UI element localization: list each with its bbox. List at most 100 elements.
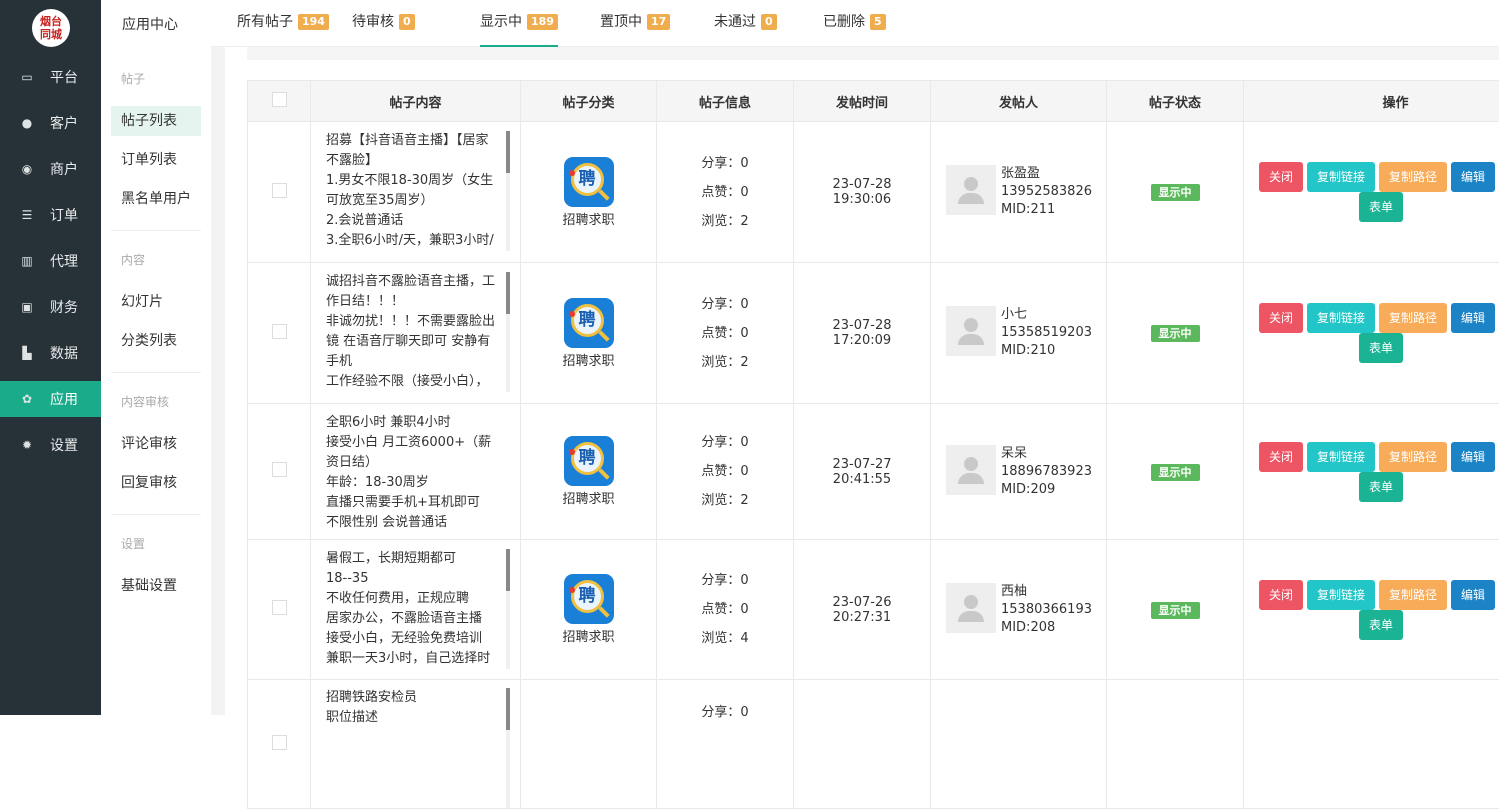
sidebar-item-6[interactable]: ▙数据 bbox=[0, 335, 101, 371]
scrollbar[interactable] bbox=[506, 272, 510, 392]
row-checkbox[interactable] bbox=[272, 600, 287, 615]
edit-button[interactable]: 编辑 bbox=[1451, 303, 1495, 333]
close-button[interactable]: 关闭 bbox=[1259, 442, 1303, 472]
avatar bbox=[946, 445, 996, 495]
sub-sidebar-item[interactable]: 帖子列表 bbox=[111, 106, 201, 136]
table-row: 全职6小时 兼职4小时 接受小白 月工资6000+（薪资日结） 年龄：18-30… bbox=[248, 404, 1499, 540]
status-cell bbox=[1107, 680, 1244, 809]
sidebar-item-label: 设置 bbox=[50, 435, 78, 455]
close-button[interactable]: 关闭 bbox=[1259, 303, 1303, 333]
scrollbar-thumb[interactable] bbox=[506, 272, 510, 314]
post-stat-view: 浏览：4 bbox=[657, 624, 793, 653]
tab-5[interactable]: 已删除5 bbox=[823, 0, 886, 47]
avatar-head bbox=[964, 318, 978, 332]
filter-band bbox=[247, 47, 1499, 60]
scrollbar-thumb[interactable] bbox=[506, 688, 510, 730]
sub-sidebar-item[interactable]: 订单列表 bbox=[111, 145, 201, 175]
sidebar-item-5[interactable]: ▣财务 bbox=[0, 289, 101, 325]
post-time: 17:20:09 bbox=[794, 333, 930, 348]
copy-path-button[interactable]: 复制路径 bbox=[1379, 442, 1447, 472]
status-badge: 显示中 bbox=[1151, 602, 1200, 619]
post-content-scrollbox[interactable]: 诚招抖音不露脸语音主播，工作日结！！！ 非诚勿扰！！！不需要露脸出镜 在语音厅聊… bbox=[326, 272, 510, 392]
tab-label: 置顶中 bbox=[600, 14, 642, 30]
close-button[interactable]: 关闭 bbox=[1259, 162, 1303, 192]
tab-4[interactable]: 未通过0 bbox=[714, 0, 777, 47]
sub-sidebar-item[interactable]: 黑名单用户 bbox=[111, 184, 201, 214]
edit-button[interactable]: 编辑 bbox=[1451, 580, 1495, 610]
post-content-cell: 招募【抖音语音主播】【居家 不露脸】 1.男女不限18-30周岁（女生可放宽至3… bbox=[311, 122, 521, 263]
row-checkbox[interactable] bbox=[272, 183, 287, 198]
copy-link-button[interactable]: 复制链接 bbox=[1307, 580, 1375, 610]
main-sidebar: 烟台同城 ▭平台●客户◉商户☰订单▥代理▣财务▙数据✿应用✹设置 bbox=[0, 0, 101, 715]
post-date: 23-07-28 bbox=[794, 177, 930, 192]
select-all-checkbox[interactable] bbox=[272, 92, 287, 107]
sidebar-item-1[interactable]: ●客户 bbox=[0, 105, 101, 141]
tab-2[interactable]: 显示中189 bbox=[480, 0, 558, 47]
tab-3[interactable]: 置顶中17 bbox=[600, 0, 670, 47]
copy-link-button[interactable]: 复制链接 bbox=[1307, 442, 1375, 472]
post-content-scrollbox[interactable]: 招募【抖音语音主播】【居家 不露脸】 1.男女不限18-30周岁（女生可放宽至3… bbox=[326, 131, 510, 251]
map-icon: ▥ bbox=[20, 255, 34, 267]
form-button[interactable]: 表单 bbox=[1359, 192, 1403, 222]
row-checkbox[interactable] bbox=[272, 462, 287, 477]
copy-path-button[interactable]: 复制路径 bbox=[1379, 303, 1447, 333]
post-stat-view: 浏览：2 bbox=[657, 207, 793, 236]
avatar-body bbox=[958, 473, 984, 484]
post-date: 23-07-26 bbox=[794, 595, 930, 610]
scrollbar-thumb[interactable] bbox=[506, 131, 510, 173]
sub-sidebar-item[interactable]: 分类列表 bbox=[111, 326, 201, 356]
sidebar-item-label: 应用 bbox=[50, 389, 78, 409]
sidebar-item-2[interactable]: ◉商户 bbox=[0, 151, 101, 187]
actions-row: 表单 bbox=[1259, 192, 1499, 222]
tab-0[interactable]: 所有帖子194 bbox=[237, 0, 329, 47]
magnifier-handle bbox=[598, 468, 609, 479]
post-content-scrollbox[interactable]: 招聘铁路安检员 职位描述 bbox=[326, 688, 510, 808]
posts-table: 帖子内容帖子分类帖子信息发帖时间发帖人帖子状态操作 招募【抖音语音主播】【居家 … bbox=[247, 80, 1499, 809]
tab-1[interactable]: 待审核0 bbox=[352, 0, 415, 47]
sidebar-item-7[interactable]: ✿应用 bbox=[0, 381, 101, 417]
row-checkbox[interactable] bbox=[272, 735, 287, 750]
scrollbar[interactable] bbox=[506, 131, 510, 251]
category-cell bbox=[521, 680, 657, 809]
scrollbar-thumb[interactable] bbox=[506, 549, 510, 591]
sub-sidebar-item[interactable]: 回复审核 bbox=[111, 468, 201, 498]
actions-cell: 关闭复制链接复制路径编辑表单 bbox=[1244, 263, 1499, 404]
sub-sidebar-divider bbox=[111, 372, 201, 373]
form-button[interactable]: 表单 bbox=[1359, 333, 1403, 363]
magnifier-handle bbox=[598, 189, 609, 200]
row-checkbox[interactable] bbox=[272, 324, 287, 339]
copy-link-button[interactable]: 复制链接 bbox=[1307, 303, 1375, 333]
sidebar-item-0[interactable]: ▭平台 bbox=[0, 59, 101, 95]
form-button[interactable]: 表单 bbox=[1359, 610, 1403, 640]
sidebar-gutter bbox=[211, 47, 225, 715]
edit-button[interactable]: 编辑 bbox=[1451, 442, 1495, 472]
avatar-head bbox=[964, 177, 978, 191]
copy-link-button[interactable]: 复制链接 bbox=[1307, 162, 1375, 192]
sidebar-item-3[interactable]: ☰订单 bbox=[0, 197, 101, 233]
poster-cell: 小七15358519203MID:210 bbox=[931, 263, 1107, 404]
post-content-scrollbox[interactable]: 暑假工，长期短期都可 18--35 不收任何费用，正规应聘 居家办公，不露脸语音… bbox=[326, 549, 510, 669]
scrollbar[interactable] bbox=[506, 688, 510, 808]
post-content-scrollbox[interactable]: 全职6小时 兼职4小时 接受小白 月工资6000+（薪资日结） 年龄：18-30… bbox=[326, 413, 510, 533]
post-content-text: 招募【抖音语音主播】【居家 不露脸】 1.男女不限18-30周岁（女生可放宽至3… bbox=[326, 131, 498, 251]
close-button[interactable]: 关闭 bbox=[1259, 580, 1303, 610]
sidebar-item-4[interactable]: ▥代理 bbox=[0, 243, 101, 279]
sidebar-item-8[interactable]: ✹设置 bbox=[0, 427, 101, 463]
checkbox-cell bbox=[248, 122, 311, 263]
red-dot bbox=[569, 587, 575, 593]
sub-sidebar-item[interactable]: 幻灯片 bbox=[111, 287, 201, 317]
status-cell: 显示中 bbox=[1107, 122, 1244, 263]
scrollbar[interactable] bbox=[506, 549, 510, 669]
post-time-cell: 23-07-2720:41:55 bbox=[794, 404, 931, 540]
edit-button[interactable]: 编辑 bbox=[1451, 162, 1495, 192]
actions-cell: 关闭复制链接复制路径编辑表单 bbox=[1244, 122, 1499, 263]
form-button[interactable]: 表单 bbox=[1359, 472, 1403, 502]
sidebar-item-label: 数据 bbox=[50, 343, 78, 363]
copy-path-button[interactable]: 复制路径 bbox=[1379, 162, 1447, 192]
sub-sidebar-item[interactable]: 基础设置 bbox=[111, 571, 201, 601]
avatar bbox=[946, 583, 996, 633]
avatar-body bbox=[958, 611, 984, 622]
users-icon: ◉ bbox=[20, 163, 34, 175]
copy-path-button[interactable]: 复制路径 bbox=[1379, 580, 1447, 610]
sub-sidebar-item[interactable]: 评论审核 bbox=[111, 429, 201, 459]
